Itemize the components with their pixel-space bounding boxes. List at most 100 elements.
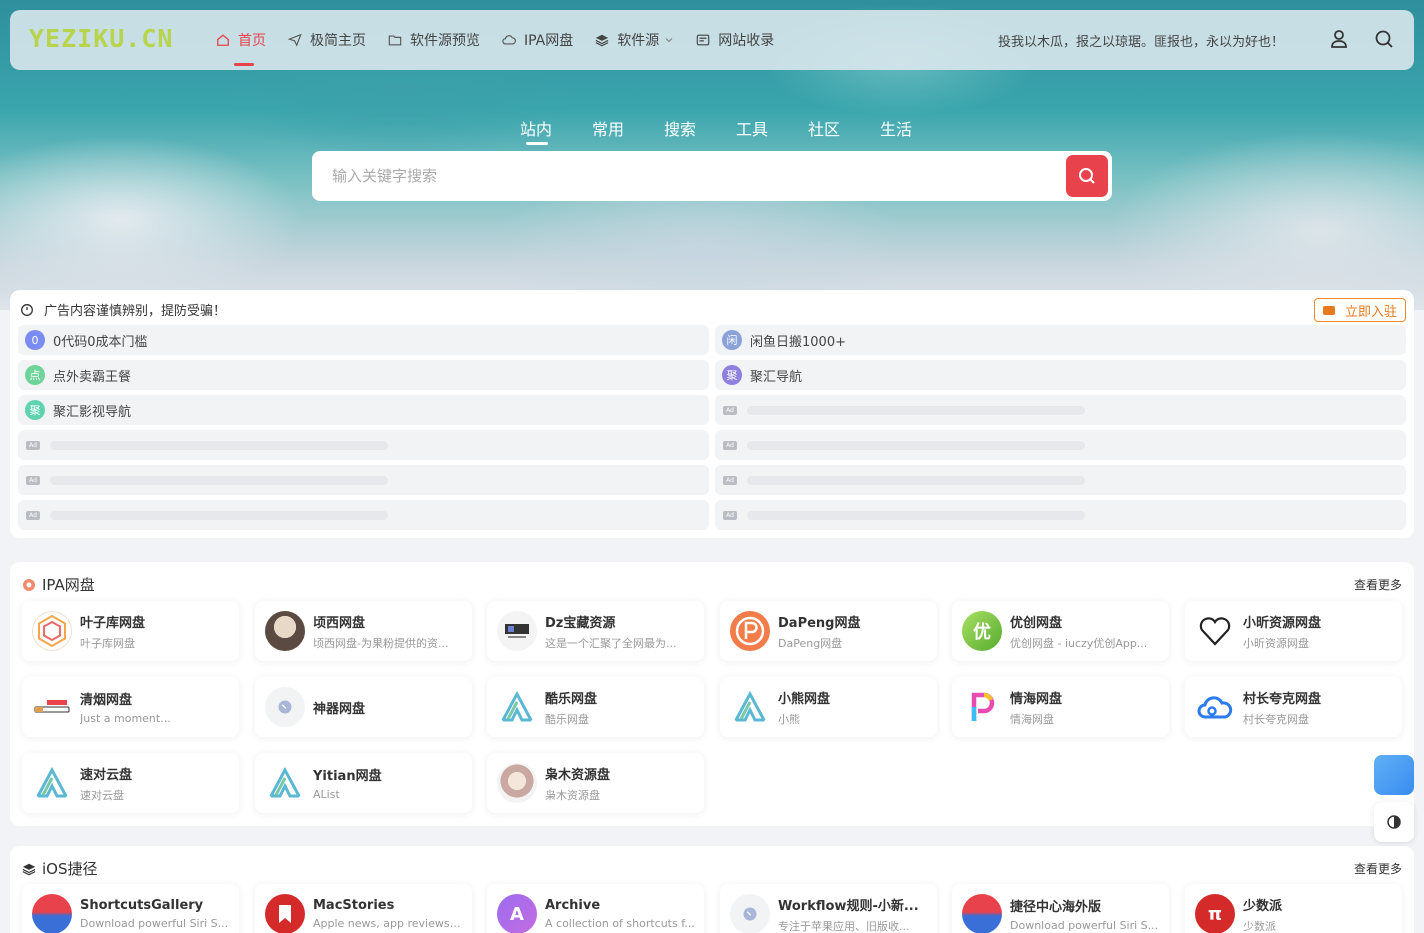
ad-tag: Ad [26, 440, 40, 450]
site-card[interactable]: 顷西网盘 顷西网盘-为果粉提供的资... [255, 601, 472, 661]
ad-label: 0代码0成本门槛 [53, 334, 148, 350]
chevron-down-icon [665, 38, 673, 43]
site-card[interactable]: 小熊网盘 小熊 [720, 677, 937, 737]
site-card[interactable]: 小昕资源网盘 小昕资源网盘 [1185, 601, 1402, 661]
site-card[interactable]: 神器网盘 [255, 677, 472, 737]
card-name: 少数派 [1243, 898, 1283, 914]
view-more-link[interactable]: 查看更多 [1354, 576, 1402, 593]
tab-search[interactable]: 搜索 [644, 116, 716, 146]
site-card[interactable]: 村长夸克网盘 村长夸克网盘 [1185, 677, 1402, 737]
ad-slot-empty[interactable]: Ad [18, 465, 709, 495]
layers-icon [22, 863, 36, 875]
ad-slot-empty[interactable]: Ad [715, 500, 1406, 530]
theme-toggle-button[interactable] [1374, 802, 1414, 842]
bookmark-icon [265, 894, 305, 933]
nav-label: 软件源预览 [410, 33, 480, 49]
section-title-text: iOS捷径 [42, 860, 98, 878]
home-icon [217, 34, 229, 46]
nav-item-source-preview[interactable]: 软件源预览 [388, 10, 480, 70]
nav-item-site-collection[interactable]: 网站收录 [696, 10, 774, 70]
ad-notice-text: 广告内容谨慎辨别，提防受骗！ [44, 304, 227, 319]
quark-cloud-icon [1195, 687, 1235, 727]
user-icon[interactable] [1328, 28, 1350, 50]
layers-icon [595, 34, 609, 47]
search-input[interactable] [332, 163, 1032, 189]
card-desc: DaPeng网盘 [778, 636, 843, 650]
ad-item[interactable]: 聚 聚汇导航 [715, 360, 1406, 390]
nav-item-minimal-home[interactable]: 极简主页 [288, 10, 366, 70]
site-card[interactable]: A Archive A collection of shortcuts f... [487, 884, 704, 933]
card-desc: Just a moment... [80, 712, 171, 725]
site-card[interactable]: 捷径中心海外版 Download powerful Siri S... [952, 884, 1169, 933]
ad-item[interactable]: 点 点外卖霸王餐 [18, 360, 709, 390]
site-card[interactable]: 情海网盘 情海网盘 [952, 677, 1169, 737]
site-card[interactable]: 速对云盘 速对云盘 [22, 753, 239, 813]
section-title: IPA网盘 [22, 574, 95, 595]
card-name: DaPeng网盘 [778, 615, 861, 631]
ad-slot-empty[interactable]: Ad [715, 395, 1406, 425]
site-card[interactable]: MacStories Apple news, app reviews,... [255, 884, 472, 933]
tab-life[interactable]: 生活 [860, 116, 932, 146]
site-card[interactable]: Dz宝藏资源 这是一个汇聚了全网最为... [487, 601, 704, 661]
site-card[interactable]: π 少数派 少数派 [1185, 884, 1402, 933]
float-action-button[interactable] [1374, 755, 1414, 795]
ad-item[interactable]: 0 0代码0成本门槛 [18, 325, 709, 355]
card-name: Dz宝藏资源 [545, 615, 616, 631]
tab-tools[interactable]: 工具 [716, 116, 788, 146]
card-desc: A collection of shortcuts f... [545, 917, 695, 930]
site-card[interactable]: 叶子库网盘 叶子库网盘 [22, 601, 239, 661]
site-logo[interactable]: YEZIKU.CN [29, 24, 173, 53]
p-colorful-logo-icon [962, 687, 1002, 727]
tab-community[interactable]: 社区 [788, 116, 860, 146]
card-desc: 顷西网盘-为果粉提供的资... [313, 636, 449, 650]
tag-icon [23, 578, 35, 591]
site-card[interactable]: 优 优创网盘 优创网盘 - iuczy优创App... [952, 601, 1169, 661]
ad-placeholder-bar [747, 405, 1085, 415]
site-card[interactable]: 清烟网盘 Just a moment... [22, 677, 239, 737]
ad-slot-empty[interactable]: Ad [715, 430, 1406, 460]
nav-label: 网站收录 [718, 33, 775, 49]
card-desc: 优创网盘 - iuczy优创App... [1010, 636, 1148, 650]
site-card[interactable]: DaPeng网盘 DaPeng网盘 [720, 601, 937, 661]
search-button[interactable] [1066, 155, 1108, 197]
search-icon [1079, 168, 1095, 184]
ad-slot-empty[interactable]: Ad [18, 430, 709, 460]
card-desc: 专注于苹果应用、旧版收... [778, 919, 910, 933]
ad-item[interactable]: 闲 闲鱼日搬1000+ [715, 325, 1406, 355]
tab-site[interactable]: 站内 [500, 116, 572, 146]
you-logo-icon: 优 [962, 611, 1002, 651]
ad-label: 闲鱼日搬1000+ [750, 334, 846, 350]
nav-item-software-source[interactable]: 软件源 [595, 10, 674, 70]
pi-icon: π [1195, 894, 1235, 933]
send-icon [288, 33, 302, 47]
nav-label: IPA网盘 [524, 33, 574, 49]
site-slogan: 投我以木瓜，报之以琼琚。匪报也，永以为好也！ [998, 35, 1285, 50]
card-name: 速对云盘 [80, 767, 133, 783]
ad-tag: Ad [723, 475, 737, 485]
site-card[interactable]: Yitian网盘 AList [255, 753, 472, 813]
ad-placeholder-bar [747, 510, 1085, 520]
ad-label: 点外卖霸王餐 [53, 369, 132, 385]
join-ad-button[interactable]: 立即入驻 [1313, 298, 1406, 322]
site-card[interactable]: Workflow规则-小新... 专注于苹果应用、旧版收... [720, 884, 937, 933]
ad-placeholder-bar [50, 510, 388, 520]
search-icon[interactable] [1373, 28, 1395, 50]
ad-item[interactable]: 聚 聚汇影视导航 [18, 395, 709, 425]
card-name: 情海网盘 [1010, 691, 1063, 707]
ad-slot-empty[interactable]: Ad [18, 500, 709, 530]
site-card[interactable]: ShortcutsGallery Download powerful Siri S… [22, 884, 239, 933]
section-ipa-disk: IPA网盘 查看更多 叶子库网盘 叶子库网盘 顷西网盘 顷西网盘-为果粉提供的资..… [10, 562, 1414, 826]
ad-slot-empty[interactable]: Ad [715, 465, 1406, 495]
tab-common[interactable]: 常用 [572, 116, 644, 146]
nav-item-home[interactable]: 首页 [216, 10, 266, 70]
card-desc: Download powerful Siri S... [1010, 919, 1159, 932]
nav-item-ipa-disk[interactable]: IPA网盘 [502, 10, 573, 70]
card-desc: Apple news, app reviews,... [313, 917, 463, 930]
site-card[interactable]: 枭木资源盘 枭木资源盘 [487, 753, 704, 813]
ad-avatar: 闲 [722, 330, 742, 350]
card-name: 小昕资源网盘 [1243, 615, 1322, 631]
site-card[interactable]: 酷乐网盘 酷乐网盘 [487, 677, 704, 737]
view-more-link[interactable]: 查看更多 [1354, 860, 1402, 877]
card-desc: 少数派 [1243, 919, 1276, 933]
ad-avatar: 聚 [722, 365, 742, 385]
